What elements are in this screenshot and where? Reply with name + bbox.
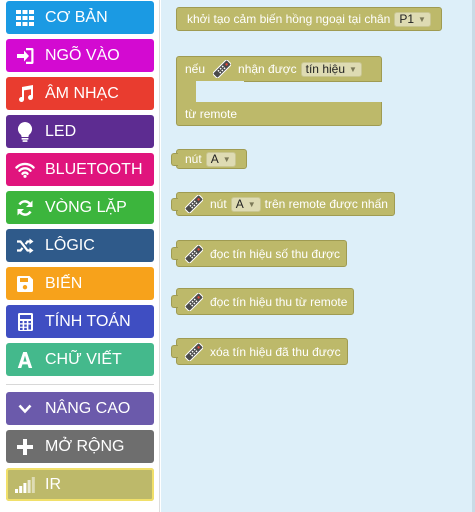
category-label: TÍNH TOÁN bbox=[45, 312, 131, 330]
category-label: MỞ RỘNG bbox=[45, 437, 125, 455]
category-nang-cao[interactable]: NÂNG CAO bbox=[6, 392, 154, 425]
chevron-down-icon bbox=[14, 398, 36, 420]
read-digital-signal-block[interactable]: đọc tín hiệu số thu được bbox=[171, 240, 347, 267]
if-label: nếu bbox=[185, 62, 206, 76]
category-label: LÔGIC bbox=[45, 236, 95, 254]
category-mo-rong[interactable]: MỞ RỘNG bbox=[6, 430, 154, 463]
category-led[interactable]: LED bbox=[6, 115, 154, 148]
read-remote-signal-block[interactable]: đọc tín hiệu thu từ remote bbox=[171, 288, 355, 315]
init-block-text: khởi tạo cảm biến hồng ngoại tại chân bbox=[187, 12, 391, 26]
init-ir-sensor-block[interactable]: khởi tạo cảm biến hồng ngoại tại chân P1… bbox=[176, 7, 442, 31]
category-bien[interactable]: BIẾN bbox=[6, 267, 154, 300]
remote-control-icon bbox=[185, 195, 203, 213]
category-co-ban[interactable]: CƠ BẢN bbox=[6, 1, 154, 34]
plus-icon bbox=[14, 436, 36, 458]
output-connector bbox=[171, 247, 178, 260]
category-label: ÂM NHẠC bbox=[45, 84, 119, 102]
shuffle-icon bbox=[14, 235, 36, 257]
signal-dropdown[interactable]: tín hiệu ▼ bbox=[300, 61, 362, 77]
letter-a-icon bbox=[14, 349, 36, 371]
refresh-icon bbox=[14, 197, 36, 219]
remote-control-icon bbox=[185, 342, 203, 361]
remote-control-icon bbox=[185, 292, 203, 311]
category-chu-viet[interactable]: CHỮ VIẾT bbox=[6, 343, 154, 376]
pressed-dropdown-value: A bbox=[235, 197, 244, 211]
sign-in-icon bbox=[14, 45, 36, 67]
signal-bars-icon bbox=[14, 474, 36, 496]
grid-icon bbox=[14, 7, 36, 29]
button-label: nút bbox=[185, 152, 202, 166]
pin-dropdown-value: P1 bbox=[399, 12, 415, 26]
pin-dropdown[interactable]: P1 ▼ bbox=[394, 11, 431, 27]
category-label: CHỮ VIẾT bbox=[45, 350, 122, 368]
category-vong-lap[interactable]: VÒNG LẶP bbox=[6, 191, 154, 224]
if-block-footer: từ remote bbox=[176, 102, 382, 126]
output-connector bbox=[171, 153, 178, 166]
clear-text: xóa tín hiệu đã thu được bbox=[210, 344, 341, 359]
output-connector bbox=[171, 295, 178, 308]
button-value-block[interactable]: nút A ▼ bbox=[171, 149, 247, 169]
category-label: IR bbox=[45, 475, 61, 493]
read-remote-text: đọc tín hiệu thu từ remote bbox=[210, 294, 348, 309]
wifi-icon bbox=[14, 159, 36, 181]
previous-connector bbox=[171, 345, 178, 358]
category-label: VÒNG LẶP bbox=[45, 198, 127, 216]
if-mid-label: nhận được bbox=[238, 62, 297, 76]
category-toolbox: CƠ BẢN NGÕ VÀO ÂM NHẠC LED BLUETOOTH VÒN… bbox=[0, 0, 160, 512]
category-logic[interactable]: LÔGIC bbox=[6, 229, 154, 262]
category-label: NGÕ VÀO bbox=[45, 46, 120, 64]
category-label: BLUETOOTH bbox=[45, 160, 143, 178]
toolbox-separator bbox=[6, 384, 154, 385]
remote-button-pressed-block[interactable]: nút A ▼ trên remote được nhấn bbox=[171, 192, 395, 216]
pressed-label: nút bbox=[210, 197, 227, 211]
button-dropdown-value: A bbox=[210, 152, 219, 166]
floppy-disk-icon bbox=[14, 273, 36, 295]
if-bottom-label: từ remote bbox=[185, 106, 238, 121]
category-label: LED bbox=[45, 122, 77, 140]
if-block-statement-slot bbox=[196, 81, 244, 103]
dropdown-arrow-icon: ▼ bbox=[418, 14, 426, 24]
remote-control-icon bbox=[185, 244, 203, 263]
signal-dropdown-value: tín hiệu bbox=[305, 62, 346, 76]
category-ir[interactable]: IR bbox=[6, 468, 154, 501]
category-tinh-toan[interactable]: TÍNH TOÁN bbox=[6, 305, 154, 338]
clear-signal-block[interactable]: xóa tín hiệu đã thu được bbox=[171, 338, 348, 365]
pressed-button-dropdown[interactable]: A ▼ bbox=[230, 196, 261, 212]
category-label: NÂNG CAO bbox=[45, 399, 131, 417]
dropdown-arrow-icon: ▼ bbox=[349, 64, 357, 74]
category-label: BIẾN bbox=[45, 274, 83, 292]
calculator-icon bbox=[14, 311, 36, 333]
category-am-nhac[interactable]: ÂM NHẠC bbox=[6, 77, 154, 110]
read-digital-text: đọc tín hiệu số thu được bbox=[210, 246, 340, 261]
button-dropdown[interactable]: A ▼ bbox=[205, 151, 236, 167]
dropdown-arrow-icon: ▼ bbox=[247, 199, 256, 209]
lightbulb-icon bbox=[14, 121, 36, 143]
remote-control-icon bbox=[213, 60, 232, 78]
if-block-header: nếu nhận được tín hiệu ▼ bbox=[176, 56, 382, 82]
dropdown-arrow-icon: ▼ bbox=[222, 154, 231, 164]
output-connector bbox=[171, 198, 178, 211]
pressed-suffix: trên remote được nhấn bbox=[264, 197, 388, 211]
music-note-icon bbox=[14, 83, 36, 105]
if-block-spine bbox=[176, 81, 196, 103]
category-bluetooth[interactable]: BLUETOOTH bbox=[6, 153, 154, 186]
category-ngo-vao[interactable]: NGÕ VÀO bbox=[6, 39, 154, 72]
on-ir-received-block[interactable]: nếu nhận được tín hiệu ▼ từ remote bbox=[176, 56, 382, 126]
category-label: CƠ BẢN bbox=[45, 8, 108, 26]
